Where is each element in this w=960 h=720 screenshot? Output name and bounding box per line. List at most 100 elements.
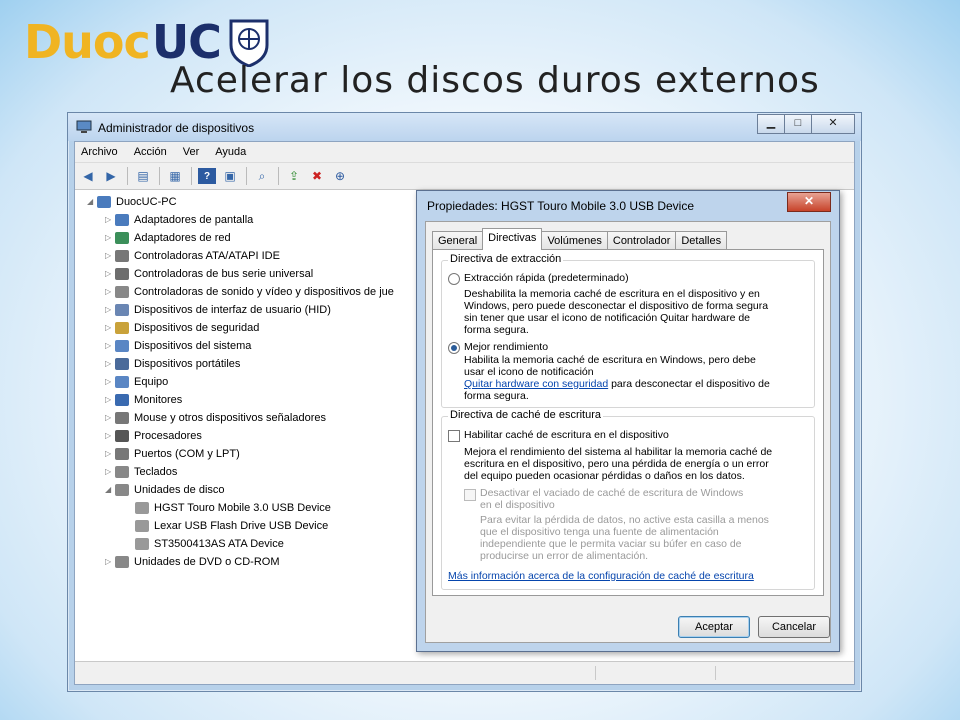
expand-icon[interactable]: ▷: [105, 410, 115, 426]
directivas-panel: Directiva de extracción Extracción rápid…: [432, 249, 824, 596]
tab-directivas[interactable]: Directivas: [482, 228, 543, 250]
tab-volumenes[interactable]: Volúmenes: [541, 231, 608, 250]
expand-icon[interactable]: ▷: [105, 284, 115, 300]
tree-node-category[interactable]: ▷ Equipo: [105, 374, 168, 390]
expand-icon[interactable]: ▷: [105, 446, 115, 462]
enable-icon[interactable]: ⊕: [331, 168, 349, 184]
menu-ver[interactable]: Ver: [183, 146, 200, 158]
tree-node-category[interactable]: ▷ Mouse y otros dispositivos señaladores: [105, 410, 326, 426]
tree-node-disk-device[interactable]: ST3500413AS ATA Device: [125, 536, 284, 552]
status-bar: [75, 661, 854, 684]
device-category-icon: [115, 412, 129, 424]
dialog-tabs: General Directivas Volúmenes Controlador…: [432, 228, 728, 250]
help-icon[interactable]: ?: [198, 168, 216, 184]
tree-node-category[interactable]: ▷ Unidades de DVD o CD-ROM: [105, 554, 280, 570]
collapse-icon[interactable]: ◢: [87, 194, 97, 210]
close-button[interactable]: ✕: [811, 114, 855, 134]
minimize-button[interactable]: ▁: [757, 114, 785, 134]
expand-icon[interactable]: ▷: [105, 338, 115, 354]
tree-node-label: HGST Touro Mobile 3.0 USB Device: [154, 502, 331, 514]
tree-node-category[interactable]: ▷ Monitores: [105, 392, 182, 408]
best-performance-desc-1: Habilita la memoria caché de escritura e…: [464, 354, 756, 366]
tree-node-category[interactable]: ▷ Teclados: [105, 464, 177, 480]
back-arrow-icon[interactable]: ◀: [79, 168, 97, 184]
accept-button[interactable]: Aceptar: [678, 616, 750, 638]
collapse-icon[interactable]: ◢: [105, 482, 115, 498]
best-performance-desc-3: Quitar hardware con seguridad para desco…: [464, 378, 770, 390]
update-driver-icon[interactable]: ⇪: [285, 168, 303, 184]
cache-policy-group: Directiva de caché de escritura Habilita…: [441, 409, 815, 590]
menu-ayuda[interactable]: Ayuda: [215, 146, 246, 158]
window-title: Administrador de dispositivos: [98, 121, 255, 135]
best-performance-radio[interactable]: [448, 342, 460, 354]
tree-node-label: Dispositivos portátiles: [134, 358, 241, 370]
tree-node-category[interactable]: ▷ Procesadores: [105, 428, 202, 444]
expand-icon[interactable]: ▷: [105, 356, 115, 372]
tree-node-label: Unidades de DVD o CD-ROM: [134, 556, 280, 568]
tree-node-label: Adaptadores de red: [134, 232, 231, 244]
tree-node-category[interactable]: ▷ Controladoras de sonido y vídeo y dispo…: [105, 284, 394, 300]
tab-general[interactable]: General: [432, 231, 484, 250]
quick-removal-label: Extracción rápida (predeterminado): [464, 272, 629, 284]
disable-flush-desc-2: que el dispositivo tenga una fuente de a…: [480, 526, 719, 538]
tree-node-label: Unidades de disco: [134, 484, 225, 496]
maximize-button[interactable]: □: [784, 114, 812, 134]
tree-node-category[interactable]: ▷ Controladoras ATA/ATAPI IDE: [105, 248, 280, 264]
tree-root-computer[interactable]: ◢ DuocUC-PC: [87, 194, 177, 210]
quick-removal-desc-2: Windows, pero puede desconectar el dispo…: [464, 300, 769, 312]
device-category-icon: [115, 556, 129, 568]
tree-node-label: Monitores: [134, 394, 183, 406]
expand-icon[interactable]: ▷: [105, 320, 115, 336]
tree-node-category[interactable]: ▷ Puertos (COM y LPT): [105, 446, 240, 462]
tree-node-category[interactable]: ▷ Dispositivos portátiles: [105, 356, 240, 372]
disable-flush-desc-4: producirse un error de alimentación.: [480, 550, 649, 562]
window-titlebar[interactable]: Administrador de dispositivos ▁ □ ✕: [68, 113, 861, 141]
enable-write-cache-checkbox[interactable]: [448, 430, 460, 442]
best-performance-desc-4: forma segura.: [464, 390, 529, 402]
menu-archivo[interactable]: Archivo: [81, 146, 118, 158]
tree-node-label: Controladoras de sonido y vídeo y dispos…: [134, 286, 394, 298]
expand-icon[interactable]: ▷: [105, 464, 115, 480]
properties-icon[interactable]: ▤: [134, 168, 152, 184]
device-category-icon: [135, 520, 149, 532]
tree-node-category[interactable]: ▷ Adaptadores de red: [105, 230, 231, 246]
expand-icon[interactable]: ▷: [105, 428, 115, 444]
tree-node-category[interactable]: ▷ Dispositivos del sistema: [105, 338, 251, 354]
quick-removal-desc-4: forma segura.: [464, 324, 529, 336]
expand-icon[interactable]: ▷: [105, 302, 115, 318]
list-icon[interactable]: ▦: [166, 168, 184, 184]
tab-detalles[interactable]: Detalles: [675, 231, 728, 250]
quick-removal-radio[interactable]: [448, 273, 460, 285]
tree-node-category[interactable]: ▷ Adaptadores de pantalla: [105, 212, 253, 228]
menu-accion[interactable]: Acción: [134, 146, 167, 158]
view-icon[interactable]: ▣: [221, 168, 239, 184]
expand-icon[interactable]: ▷: [105, 374, 115, 390]
disable-flush-checkbox[interactable]: [464, 489, 476, 501]
tree-node-category[interactable]: ◢ Unidades de disco: [105, 482, 225, 498]
tree-node-category[interactable]: ▷ Dispositivos de seguridad: [105, 320, 259, 336]
tree-node-category[interactable]: ▷ Controladoras de bus serie universal: [105, 266, 313, 282]
device-category-icon: [115, 286, 129, 298]
tree-node-label: Controladoras de bus serie universal: [134, 268, 314, 280]
expand-icon[interactable]: ▷: [105, 212, 115, 228]
tree-node-category[interactable]: ▷ Dispositivos de interfaz de usuario (HI…: [105, 302, 331, 318]
dialog-close-button[interactable]: ✕: [787, 192, 831, 212]
tab-controlador[interactable]: Controlador: [606, 231, 677, 250]
expand-icon[interactable]: ▷: [105, 266, 115, 282]
tree-node-disk-device[interactable]: HGST Touro Mobile 3.0 USB Device: [125, 500, 331, 516]
expand-icon[interactable]: ▷: [105, 248, 115, 264]
tree-node-disk-device[interactable]: Lexar USB Flash Drive USB Device: [125, 518, 328, 534]
tree-node-label: Dispositivos de seguridad: [134, 322, 260, 334]
scan-hardware-icon[interactable]: ⌕: [253, 168, 271, 184]
best-performance-label: Mejor rendimiento: [464, 341, 549, 353]
removal-policy-group: Directiva de extracción Extracción rápid…: [441, 253, 815, 408]
expand-icon[interactable]: ▷: [105, 392, 115, 408]
more-info-cache-link[interactable]: Más información acerca de la configuraci…: [448, 570, 754, 582]
cancel-button[interactable]: Cancelar: [758, 616, 830, 638]
device-category-icon: [115, 214, 129, 226]
forward-arrow-icon[interactable]: ▶: [102, 168, 120, 184]
expand-icon[interactable]: ▷: [105, 554, 115, 570]
safely-remove-link[interactable]: Quitar hardware con seguridad: [464, 378, 608, 390]
expand-icon[interactable]: ▷: [105, 230, 115, 246]
uninstall-icon[interactable]: ✖: [308, 168, 326, 184]
